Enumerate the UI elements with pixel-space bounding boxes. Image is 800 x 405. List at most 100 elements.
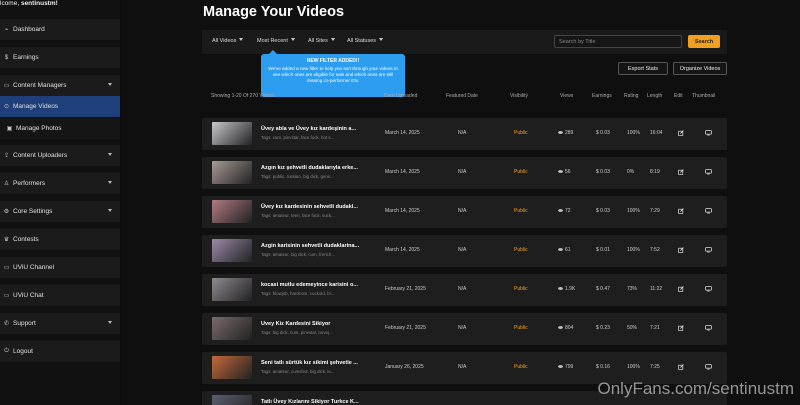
table-row[interactable]: Üvey abla ve Üvey kız kardeşinin a... Tag… — [202, 118, 727, 150]
filter-videos-dropdown[interactable]: All Videos — [212, 38, 244, 44]
video-tags: Tags: amateur, teen, face fuck, suck... — [261, 213, 335, 218]
tooltip-title: NEW FILTER ADDED!! — [306, 58, 360, 64]
organize-videos-button[interactable]: Organize Videos — [673, 62, 727, 75]
date-uploaded: March 14, 2025 — [385, 247, 420, 253]
sidebar-item-content-uploaders[interactable]: ⇪ Content Uploaders — [0, 145, 120, 166]
featured-date: N/A — [458, 364, 467, 370]
search-button[interactable]: Search — [688, 35, 720, 48]
filter-statuses-dropdown[interactable]: All Statuses — [347, 38, 384, 44]
video-thumbnail[interactable] — [212, 356, 252, 379]
new-filter-tooltip: NEW FILTER ADDED!! We've added a new fil… — [261, 50, 405, 97]
monitor-icon[interactable] — [705, 130, 712, 136]
eye-icon — [558, 326, 563, 329]
chat-icon: ▭ — [3, 293, 10, 299]
video-thumbnail[interactable] — [212, 317, 252, 340]
monitor-icon[interactable] — [705, 325, 712, 331]
monitor-icon[interactable] — [705, 286, 712, 292]
welcome-text: lcome, sentinustm! — [0, 0, 58, 7]
table-row[interactable]: Üvey kız kardesinin sehvetli dudakl... Ta… — [202, 196, 727, 228]
chevron-down-icon[interactable] — [108, 83, 112, 86]
monitor-icon[interactable] — [705, 247, 712, 253]
table-row[interactable]: Uvey Kiz Kardesini Sikiyor Tags: big dick… — [202, 313, 727, 345]
earnings-value: $ 0.23 — [596, 325, 610, 331]
featured-date: N/A — [458, 247, 467, 253]
date-uploaded: January 26, 2025 — [385, 364, 424, 370]
filter-sites-dropdown[interactable]: All Sites — [308, 38, 335, 44]
views-count: 56 — [558, 169, 571, 175]
export-stats-button[interactable]: Export Stats — [618, 62, 668, 75]
video-title[interactable]: Azgin karisinin sehvetli dudaklarina... — [261, 243, 359, 249]
rating-value: 50% — [627, 325, 638, 331]
chevron-down-icon — [239, 38, 244, 41]
sidebar-item-label: Dashboard — [13, 26, 45, 33]
chevron-down-icon[interactable] — [108, 209, 112, 212]
sidebar-item-contests[interactable]: ♛ Contests — [0, 229, 120, 250]
table-row[interactable]: Azgin karisinin sehvetli dudaklarina... T… — [202, 235, 727, 267]
col-views: Views — [560, 93, 574, 99]
video-thumbnail[interactable] — [212, 239, 252, 262]
video-title[interactable]: Azgın kız şehvetli dudaklarıyla erke... — [261, 165, 358, 171]
video-title[interactable]: Uvey Kiz Kardesini Sikiyor — [261, 321, 330, 327]
sidebar-item-content-managers[interactable]: ▭ Content Managers — [0, 75, 120, 96]
monitor-icon[interactable] — [705, 169, 712, 175]
length-value: 7:21 — [650, 325, 660, 331]
sidebar-item-performers[interactable]: ♙ Performers — [0, 173, 120, 194]
search-input[interactable] — [554, 35, 682, 48]
sidebar-item-logout[interactable]: ⏻ Logout — [0, 341, 120, 362]
sidebar-item-label: UViU Channel — [13, 264, 55, 271]
visibility-status: Public — [514, 286, 528, 292]
monitor-icon[interactable] — [705, 208, 712, 214]
edit-icon[interactable] — [678, 208, 684, 214]
sidebar-item-label: Contests — [13, 236, 39, 243]
sidebar-item-core-settings[interactable]: ⚙ Core Settings — [0, 201, 120, 222]
length-value: 7:25 — [650, 364, 660, 370]
page-title: Manage Your Videos — [203, 4, 345, 20]
sidebar-item-earnings[interactable]: $ Earnings — [0, 47, 120, 68]
sidebar-item-support[interactable]: ✆ Support — [0, 313, 120, 334]
video-thumbnail[interactable] — [212, 161, 252, 184]
edit-icon[interactable] — [678, 247, 684, 253]
filter-sort-dropdown[interactable]: Most Recent — [257, 38, 295, 44]
sidebar-item-uviu-chat[interactable]: ▭ UViU Chat — [0, 285, 120, 306]
video-thumbnail[interactable] — [212, 395, 252, 405]
watermark: OnlyFans.com/sentinustm — [597, 379, 794, 398]
table-row[interactable]: kocasi mutlu edemeyince karisini o... Tag… — [202, 274, 727, 306]
video-title[interactable]: Tatlı Üvey Kızlarını Sikiyor Turkce K... — [261, 399, 359, 405]
edit-icon[interactable] — [678, 169, 684, 175]
rating-value: 73% — [627, 286, 638, 292]
video-title[interactable]: Üvey abla ve Üvey kız kardeşinin a... — [261, 126, 356, 132]
rating-value: 0% — [627, 169, 635, 175]
views-count: 289 — [558, 130, 573, 136]
edit-icon[interactable] — [678, 325, 684, 331]
col-visibility: Visibility — [510, 93, 528, 99]
chevron-down-icon[interactable] — [108, 153, 112, 156]
video-title[interactable]: Üvey kız kardesinin sehvetli dudakl... — [261, 204, 358, 210]
video-thumbnail[interactable] — [212, 278, 252, 301]
edit-icon[interactable] — [678, 286, 684, 292]
sidebar-item-manage-videos[interactable]: ⊙ Manage Videos — [0, 96, 120, 117]
dashboard-icon: ⌁ — [4, 27, 9, 33]
edit-icon[interactable] — [678, 130, 684, 136]
sidebar-item-label: UViU Chat — [13, 292, 44, 299]
table-row[interactable]: Azgın kız şehvetli dudaklarıyla erke... T… — [202, 157, 727, 189]
chevron-down-icon[interactable] — [108, 181, 112, 184]
featured-date: N/A — [458, 208, 467, 214]
chevron-down-icon[interactable] — [108, 321, 112, 324]
upload-icon: ⇪ — [3, 153, 10, 159]
support-icon: ✆ — [3, 321, 10, 327]
video-title[interactable]: kocasi mutlu edemeyince karisini o... — [261, 282, 358, 288]
tv-icon: ▭ — [3, 265, 10, 271]
edit-icon[interactable] — [678, 364, 684, 370]
sidebar: lcome, sentinustm! ⌁ Dashboard $ Earnings ▭ C… — [0, 0, 120, 405]
video-thumbnail[interactable] — [212, 200, 252, 223]
monitor-icon[interactable] — [705, 364, 712, 370]
col-length: Length — [647, 93, 663, 99]
sidebar-item-manage-photos[interactable]: ▣ Manage Photos — [0, 118, 120, 139]
video-thumbnail[interactable] — [212, 122, 252, 145]
video-title[interactable]: Seni tatlı sürtük kız sikimi şehvetle ..… — [261, 360, 358, 366]
table-header: Showing 1-20 Of 270 Videos Date Uploaded… — [209, 93, 729, 101]
video-tags: Tags: public, russian, big dick, gens... — [261, 174, 334, 179]
sidebar-item-dashboard[interactable]: ⌁ Dashboard — [0, 19, 120, 40]
sidebar-item-uviu-channel[interactable]: ▭ UViU Channel — [0, 257, 120, 278]
eye-icon — [558, 131, 563, 134]
